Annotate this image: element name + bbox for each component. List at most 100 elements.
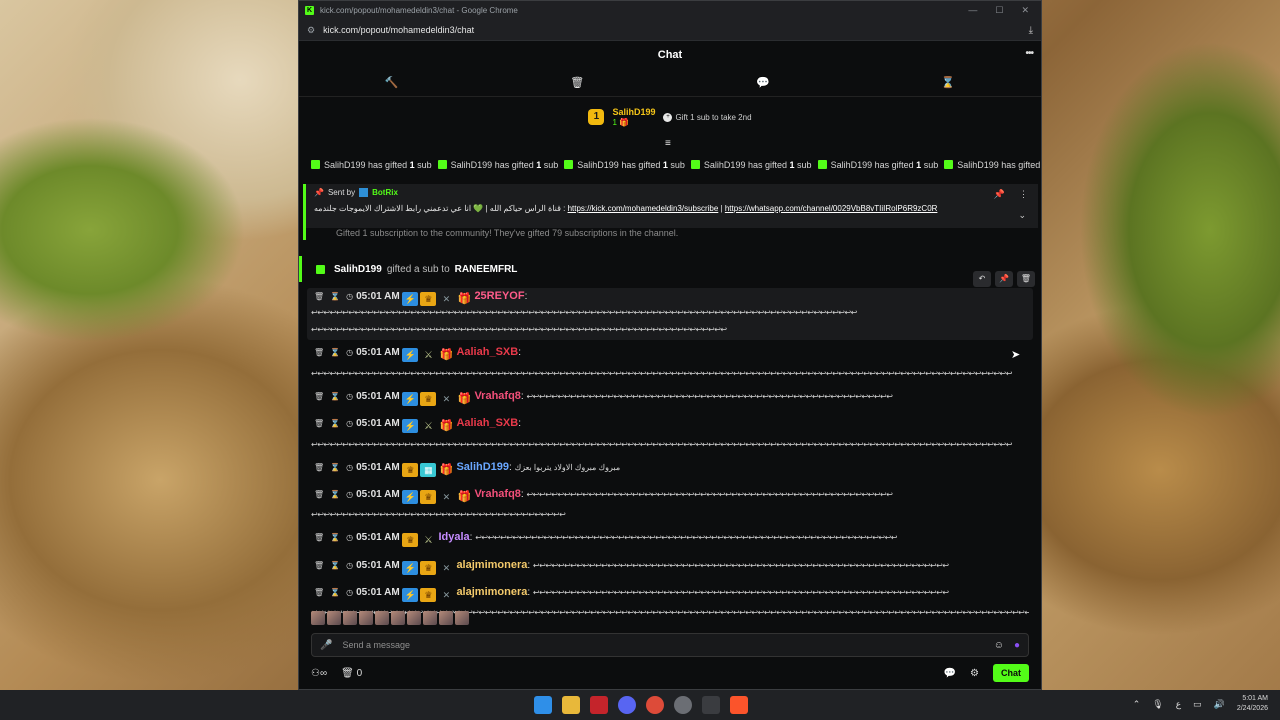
minimize-button[interactable]: — xyxy=(968,5,977,16)
gift-cta[interactable]: + Gift 1 sub to take 2nd xyxy=(663,112,752,122)
ticker-item[interactable]: SalihD199 has gifted 1 sub xyxy=(564,160,685,170)
whatsapp-link[interactable]: https://whatsapp.com/channel/0029VbB8vTI… xyxy=(725,204,938,213)
emote-icon[interactable] xyxy=(375,611,389,625)
chat-message[interactable]: 🗑 ⌛ ◷ 05:01 AM ⚡ ⚔ 🎁 Aaliah_SXB: ↩↩↩↩↩↩↩↩↩↩↩↩↩… xyxy=(307,344,1033,384)
delete-icon[interactable]: 🗑 xyxy=(314,559,324,572)
subscribe-link[interactable]: https://kick.com/mohamedeldin3/subscribe xyxy=(568,204,719,213)
timeout-icon[interactable]: ⌛ xyxy=(330,586,340,599)
timeout-icon[interactable]: ⌛ xyxy=(330,346,340,359)
emote-icon[interactable] xyxy=(455,611,469,625)
emote-icon[interactable] xyxy=(407,611,421,625)
username[interactable]: Vrahafq8 xyxy=(474,390,520,402)
chat-bubble-icon[interactable]: 💬 xyxy=(756,76,770,89)
delete-icon[interactable]: 🗑 xyxy=(314,531,324,544)
chat-message[interactable]: 🗑 ⌛ ◷ 05:01 AM ⚡ ♛ ✕ 🎁 Vrahafq8: ↩↩↩↩↩↩↩↩↩↩↩↩↩↩… xyxy=(307,388,1033,408)
hammer-icon[interactable]: 🔨 xyxy=(385,76,399,89)
delete-icon[interactable]: 🗑 xyxy=(314,461,324,474)
user-infinity-icon[interactable]: ⚇∞ xyxy=(311,668,327,679)
maximize-button[interactable]: ☐ xyxy=(995,5,1003,16)
brave-icon[interactable] xyxy=(730,696,748,714)
input-placeholder[interactable]: Send a message xyxy=(342,640,410,650)
delete-icon[interactable]: 🗑 xyxy=(314,417,324,430)
mic-icon[interactable]: 🎤 xyxy=(320,640,332,651)
network-icon[interactable]: ▭ xyxy=(1193,699,1202,710)
username[interactable]: alajmimonera xyxy=(456,559,527,571)
chrome-icon[interactable] xyxy=(646,696,664,714)
timeout-icon[interactable]: ⌛ xyxy=(330,417,340,430)
emoji-icon[interactable]: ☺ xyxy=(994,640,1004,651)
pinned-more-icon[interactable]: ⋮ xyxy=(1019,189,1028,200)
gift-recipient[interactable]: RANEEMFRL xyxy=(455,264,518,275)
timeout-icon[interactable]: ⌛ xyxy=(330,488,340,501)
leader-name[interactable]: SalihD199 xyxy=(612,107,655,118)
username[interactable]: Idyala xyxy=(438,531,469,543)
emote-icon[interactable] xyxy=(343,611,357,625)
timeout-icon[interactable]: ⌛ xyxy=(330,461,340,474)
pinned-sender[interactable]: BotRix xyxy=(372,188,398,197)
timeout-icon[interactable]: ⌛ xyxy=(330,531,340,544)
clock[interactable]: 5:01 AM 2/24/2026 xyxy=(1237,694,1268,714)
timeout-icon[interactable]: ⌛ xyxy=(330,390,340,403)
microphone-icon[interactable]: 🎙 xyxy=(1152,699,1163,710)
ticker-item[interactable]: SalihD199 has gifted 1 sub xyxy=(944,160,1041,170)
pin-message-icon[interactable]: 📌 xyxy=(995,271,1013,287)
username[interactable]: SalihD199 xyxy=(456,461,509,473)
emote-icon[interactable] xyxy=(359,611,373,625)
gifter-name[interactable]: SalihD199 xyxy=(334,264,382,275)
file-explorer-icon[interactable] xyxy=(562,696,580,714)
chat-message[interactable]: 🗑 ⌛ ◷ 05:01 AM ♛ ▦ 🎁 SalihD199: مبروك مبروك ال… xyxy=(307,459,1033,479)
timeout-icon[interactable]: ⌛ xyxy=(330,559,340,572)
kick-emote-icon[interactable]: ● xyxy=(1014,640,1020,651)
chat-message[interactable]: 🗑 ⌛ ◷ 05:01 AM ⚡ ♛ ✕ 🎁 25REYOF: ↩↩↩↩↩↩↩↩↩↩↩↩↩↩↩… xyxy=(307,288,1033,340)
unpin-icon[interactable]: 📌 xyxy=(994,189,1005,200)
delete-icon[interactable]: 🗑 xyxy=(314,586,324,599)
delete-icon[interactable]: 🗑 xyxy=(314,346,324,359)
hourglass-icon[interactable]: ⌛ xyxy=(941,76,955,89)
chat-message[interactable]: 🗑 ⌛ ◷ 05:01 AM ♛ ⚔ Idyala: ↩↩↩↩↩↩↩↩↩↩↩↩↩↩↩↩↩↩… xyxy=(307,529,1033,550)
chat-message[interactable]: 🗑 ⌛ ◷ 05:01 AM ⚡ ♛ ✕ 🎁 Vrahafq8: ↩↩↩↩↩↩↩↩↩↩↩↩↩↩… xyxy=(307,486,1033,525)
close-button[interactable]: ✕ xyxy=(1021,5,1029,16)
delete-icon[interactable]: 🗑 xyxy=(314,390,324,403)
username[interactable]: Vrahafq8 xyxy=(474,488,520,500)
username[interactable]: Aaliah_SXB xyxy=(456,417,518,429)
emote-icon[interactable] xyxy=(391,611,405,625)
ticker-item[interactable]: SalihD199 has gifted 1 sub xyxy=(311,160,432,170)
trash-count[interactable]: 🗑 0 xyxy=(341,668,362,679)
chat-settings-bubble-icon[interactable]: 💬 xyxy=(944,668,956,679)
message-input[interactable]: 🎤 Send a message ☺ ● xyxy=(311,633,1029,657)
windows-start-icon[interactable] xyxy=(534,696,552,714)
more-options-icon[interactable]: ••• xyxy=(1025,48,1033,59)
download-icon[interactable]: ⤓ xyxy=(1029,25,1033,36)
chevron-up-icon[interactable]: ⌃ xyxy=(1133,699,1141,710)
site-info-icon[interactable]: ⚙ xyxy=(307,25,315,36)
username[interactable]: Aaliah_SXB xyxy=(456,346,518,358)
send-chat-button[interactable]: Chat xyxy=(993,664,1029,682)
timeout-icon[interactable]: ⌛ xyxy=(330,290,340,303)
leader-info[interactable]: SalihD199 1 🎁 xyxy=(612,107,655,127)
username[interactable]: 25REYOF xyxy=(474,290,524,302)
chevron-down-icon[interactable]: ⌄ xyxy=(1018,210,1026,221)
trash-icon[interactable]: 🗑 xyxy=(570,76,584,89)
app-icon[interactable] xyxy=(674,696,692,714)
ticker-item[interactable]: SalihD199 has gifted 1 sub xyxy=(817,160,938,170)
ticker-item[interactable]: SalihD199 has gifted 1 sub xyxy=(690,160,812,170)
gear-icon[interactable]: ⚙ xyxy=(970,668,979,679)
discord-icon[interactable] xyxy=(618,696,636,714)
obs-icon[interactable] xyxy=(702,696,720,714)
username[interactable]: alajmimonera xyxy=(456,586,527,598)
acrobat-icon[interactable] xyxy=(590,696,608,714)
filter-icon[interactable]: ≡ xyxy=(665,138,671,149)
emote-icon[interactable] xyxy=(327,611,341,625)
delete-icon[interactable]: 🗑 xyxy=(314,290,324,303)
chat-message[interactable]: 🗑 ⌛ ◷ 05:01 AM ⚡ ⚔ 🎁 Aaliah_SXB: ↩↩↩↩↩↩↩↩↩↩↩↩↩… xyxy=(307,415,1033,455)
speaker-icon[interactable]: 🔊 xyxy=(1214,699,1225,710)
delete-icon[interactable]: 🗑 xyxy=(1017,271,1035,287)
emote-icon[interactable] xyxy=(439,611,453,625)
emote-icon[interactable] xyxy=(311,611,325,625)
delete-icon[interactable]: 🗑 xyxy=(314,488,324,501)
chat-message[interactable]: 🗑 ⌛ ◷ 05:01 AM ⚡ ♛ ✕ alajmimonera: ↩↩↩↩↩↩↩↩↩↩↩… xyxy=(307,557,1033,577)
ticker-item[interactable]: SalihD199 has gifted 1 sub xyxy=(437,160,558,170)
language-indicator[interactable]: ع xyxy=(1176,699,1181,710)
reply-icon[interactable]: ↶ xyxy=(973,271,991,287)
url-text[interactable]: kick.com/popout/mohamedeldin3/chat xyxy=(323,25,474,35)
